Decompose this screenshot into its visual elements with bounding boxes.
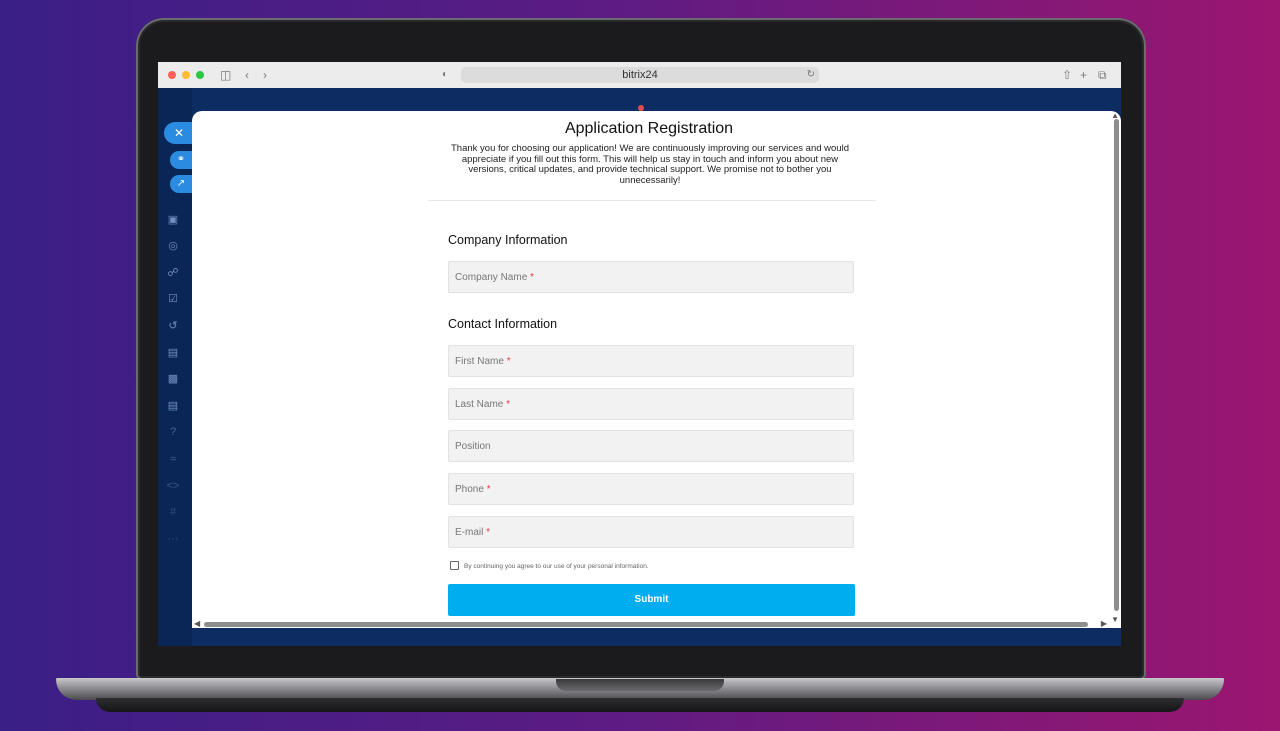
external-link-icon: ↗ [176, 178, 186, 189]
first-name-input[interactable]: First Name * [448, 345, 854, 377]
rail-robot-icon[interactable]: ▤ [166, 399, 180, 413]
rail-monitor-icon[interactable]: ▩ [166, 372, 180, 386]
submit-button[interactable]: Submit [448, 584, 855, 616]
position-input[interactable]: Position [448, 430, 854, 462]
laptop-notch [556, 679, 724, 691]
position-placeholder: Position [455, 441, 491, 452]
consent-label: By continuing you agree to our use of yo… [464, 563, 649, 570]
rail-briefcase-icon[interactable]: ▣ [166, 213, 180, 227]
chevron-left-icon[interactable]: ‹ [245, 67, 249, 83]
company-name-input[interactable]: Company Name * [448, 261, 854, 293]
rail-sync-icon[interactable]: ↺ [166, 319, 180, 333]
rail-signal-icon[interactable]: ≈ [166, 452, 180, 466]
last-name-input[interactable]: Last Name * [448, 388, 854, 420]
close-window-icon[interactable] [168, 71, 176, 79]
laptop-base-shadow [96, 698, 1184, 712]
sidebar-toggle-icon[interactable]: ◫ [220, 67, 231, 83]
company-section-title: Company Information [448, 233, 568, 247]
required-mark: * [486, 527, 491, 538]
rail-checkbox-icon[interactable]: ☑ [166, 292, 180, 306]
chevron-right-icon[interactable]: › [263, 67, 267, 83]
plus-icon[interactable]: + [1080, 67, 1087, 83]
first-name-placeholder: First Name [455, 356, 504, 367]
required-mark: * [530, 272, 534, 283]
minimize-window-icon[interactable] [182, 71, 190, 79]
consent-checkbox[interactable] [450, 561, 459, 570]
rail-grid-icon[interactable]: # [166, 505, 180, 519]
rail-more-icon[interactable]: ⋯ [166, 532, 180, 546]
last-name-placeholder: Last Name [455, 399, 504, 410]
scroll-right-icon[interactable]: ▶ [1101, 619, 1107, 628]
form-title: Application Registration [564, 120, 734, 137]
registration-form-panel: Application Registration Thank you for c… [192, 111, 1121, 628]
screen: ◫ ‹ › ◐ bitrix24 ↻ ⇧ + ⧉ ▣ ◎ ☍ ☑ ↺ ▤ ▩ ▤… [158, 62, 1121, 646]
close-slider-button[interactable]: ✕ [164, 122, 194, 144]
link-icon: ⚭ [176, 154, 186, 165]
required-mark: * [506, 356, 511, 367]
header-divider [428, 200, 876, 201]
copy-link-button[interactable]: ⚭ [170, 151, 192, 169]
scroll-up-icon[interactable]: ▲ [1111, 111, 1119, 120]
scroll-down-icon[interactable]: ▼ [1111, 615, 1119, 624]
required-mark: * [506, 399, 511, 410]
email-placeholder: E-mail [455, 527, 484, 538]
rail-target-icon[interactable]: ◎ [166, 239, 180, 253]
contact-section-title: Contact Information [448, 317, 558, 331]
phone-input[interactable]: Phone * [448, 473, 854, 505]
url-text: bitrix24 [622, 69, 658, 81]
rail-help-icon[interactable]: ? [166, 425, 180, 439]
rail-chart-icon[interactable]: ▤ [166, 346, 180, 360]
rail-cart-icon[interactable]: ☍ [166, 266, 180, 280]
shield-icon: ◐ [442, 69, 449, 80]
vertical-scrollbar[interactable] [1114, 119, 1119, 611]
rail-code-icon[interactable]: <> [166, 479, 180, 493]
zoom-window-icon[interactable] [196, 71, 204, 79]
tabs-overview-icon[interactable]: ⧉ [1098, 67, 1107, 83]
form-description: Thank you for choosing our application! … [451, 143, 849, 186]
scroll-left-icon[interactable]: ◀ [194, 619, 200, 628]
open-new-window-button[interactable]: ↗ [170, 175, 192, 193]
phone-placeholder: Phone [455, 484, 484, 495]
email-input[interactable]: E-mail * [448, 516, 854, 548]
browser-toolbar: ◫ ‹ › ◐ bitrix24 ↻ ⇧ + ⧉ [158, 62, 1121, 89]
share-icon[interactable]: ⇧ [1062, 67, 1072, 83]
reload-icon[interactable]: ↻ [807, 67, 815, 83]
left-rail: ▣ ◎ ☍ ☑ ↺ ▤ ▩ ▤ ? ≈ <> # ⋯ [158, 88, 192, 646]
close-icon: ✕ [173, 126, 185, 140]
company-name-placeholder: Company Name [455, 272, 528, 283]
address-bar[interactable]: bitrix24 ↻ [461, 67, 819, 83]
required-mark: * [486, 484, 491, 495]
horizontal-scrollbar[interactable] [204, 622, 1088, 627]
